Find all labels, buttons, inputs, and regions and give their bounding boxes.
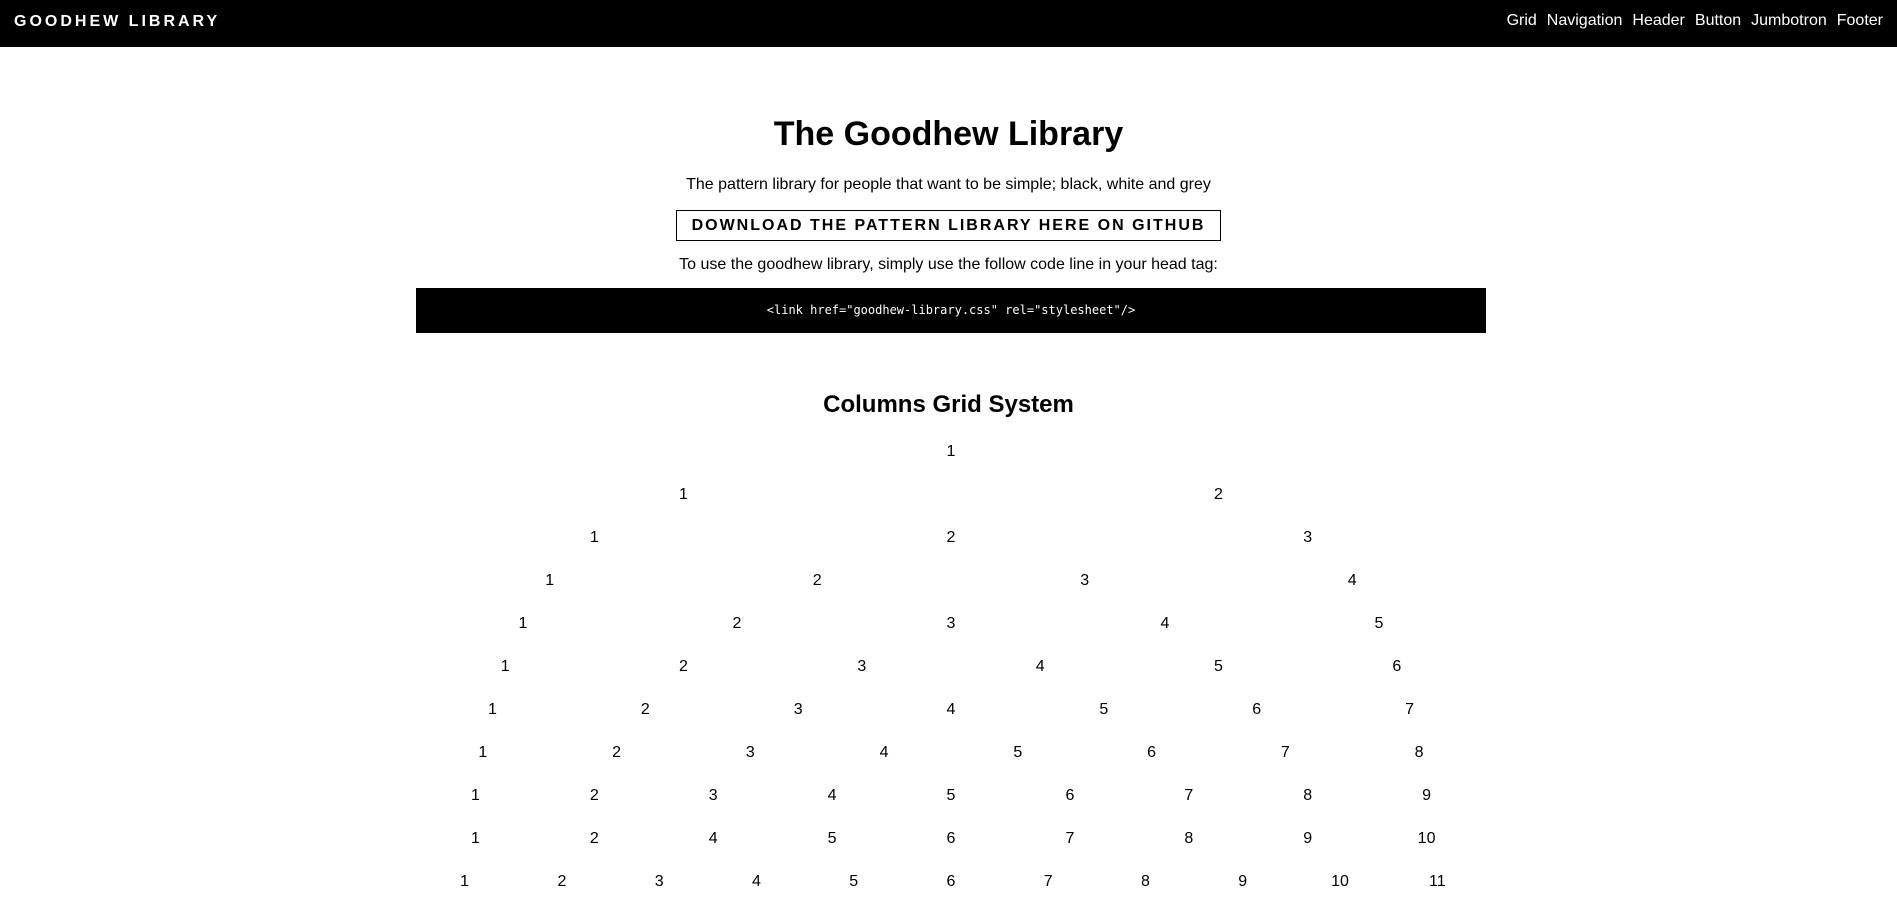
grid-column-cell: 1 <box>478 744 488 761</box>
grid-column-cell: 8 <box>1184 830 1194 847</box>
grid-row: 1 <box>416 442 1486 485</box>
grid-column-cell: 4 <box>708 830 718 847</box>
top-navbar: GOODHEW LIBRARY Grid Navigation Header B… <box>0 0 1897 47</box>
grid-column-cell: 9 <box>1422 787 1432 804</box>
grid-section-title: Columns Grid System <box>823 391 1074 418</box>
grid-column-cell: 8 <box>1141 873 1150 890</box>
columns-grid-demo: 1121231234123451234561234567123456781234… <box>416 442 1486 915</box>
code-snippet: <link href="goodhew-library.css" rel="st… <box>416 288 1486 333</box>
grid-column-cell: 2 <box>557 873 567 890</box>
grid-column-cell: 2 <box>732 615 742 632</box>
grid-row: 12 <box>416 485 1486 528</box>
grid-column-cell: 2 <box>679 658 688 675</box>
grid-column-cell: 2 <box>640 701 650 718</box>
grid-column-cell: 7 <box>1065 830 1075 847</box>
grid-column-cell: 3 <box>793 701 803 718</box>
grid-column-cell: 5 <box>827 830 837 847</box>
usage-instructions: To use the goodhew library, simply use t… <box>679 256 1218 273</box>
grid-column-cell: 9 <box>1238 873 1248 890</box>
grid-column-cell: 2 <box>612 744 622 761</box>
grid-column-cell: 3 <box>946 615 956 632</box>
grid-column-cell: 2 <box>946 529 956 546</box>
nav-link-footer[interactable]: Footer <box>1837 11 1883 31</box>
grid-column-cell: 7 <box>1184 787 1194 804</box>
grid-column-cell: 5 <box>1099 701 1109 718</box>
grid-row: 1 2 3 4 5 6 7 8 9 <box>416 786 1486 829</box>
grid-column-cell: 7 <box>1405 701 1415 718</box>
nav-link-grid[interactable]: Grid <box>1507 11 1537 31</box>
grid-column-cell: 4 <box>827 787 837 804</box>
nav-link-jumbotron[interactable]: Jumbotron <box>1751 11 1827 31</box>
grid-column-cell: 6 <box>1147 744 1157 761</box>
grid-column-cell: 6 <box>946 873 956 890</box>
grid-column-cell: 2 <box>589 830 599 847</box>
grid-column-cell: 3 <box>1080 572 1090 589</box>
grid-column-cell: 3 <box>857 658 867 675</box>
grid-row: 1 2 3 4 5 6 7 8 9 10 11 <box>416 872 1486 915</box>
grid-column-cell: 1 <box>470 787 480 804</box>
grid-column-cell: 6 <box>1252 701 1262 718</box>
download-github-button[interactable]: DOWNLOAD THE PATTERN LIBRARY HERE ON GIT… <box>675 210 1222 241</box>
grid-column-cell: 10 <box>1331 873 1349 890</box>
grid-column-cell: 4 <box>1160 615 1170 632</box>
nav-link-button[interactable]: Button <box>1695 11 1741 31</box>
grid-column-cell: 6 <box>1065 787 1075 804</box>
grid-column-cell: 3 <box>745 744 755 761</box>
grid-column-cell: 1 <box>545 572 555 589</box>
grid-row: 1 2 3 4 5 <box>416 614 1486 657</box>
grid-column-cell: 3 <box>708 787 718 804</box>
grid-column-cell: 8 <box>1303 787 1313 804</box>
grid-row: 1 2 3 4 5 6 7 8 <box>416 743 1486 786</box>
grid-column-cell: 5 <box>1214 658 1223 675</box>
grid-row: 1 2 3 <box>416 528 1486 571</box>
grid-column-cell: 1 <box>589 529 599 546</box>
nav-link-navigation[interactable]: Navigation <box>1547 11 1623 31</box>
grid-row: 1 2 3 4 5 6 <box>416 657 1486 700</box>
grid-column-cell: 1 <box>460 873 470 890</box>
grid-column-cell: 4 <box>946 701 956 718</box>
grid-column-cell: 5 <box>1374 615 1384 632</box>
grid-column-cell: 5 <box>849 873 859 890</box>
grid-column-cell: 2 <box>812 572 822 589</box>
grid-column-cell: 8 <box>1414 744 1424 761</box>
grid-column-cell: 4 <box>879 744 889 761</box>
main-nav: Grid Navigation Header Button Jumbotron … <box>1507 11 1883 31</box>
grid-row: 1 2 3 4 5 6 7 <box>416 700 1486 743</box>
grid-column-cell: 1 <box>679 486 688 503</box>
grid-column-cell: 4 <box>1035 658 1045 675</box>
grid-column-cell: 11 <box>1428 873 1446 890</box>
grid-column-cell: 7 <box>1280 744 1290 761</box>
grid-column-cell: 6 <box>1392 658 1402 675</box>
page-title: The Goodhew Library <box>773 115 1124 153</box>
grid-column-cell: 2 <box>589 787 599 804</box>
tagline: The pattern library for people that want… <box>686 176 1211 193</box>
grid-column-cell: 1 <box>946 443 956 460</box>
grid-row: 1 2 3 4 <box>416 571 1486 614</box>
grid-column-cell: 1 <box>500 658 510 675</box>
download-wrapper: DOWNLOAD THE PATTERN LIBRARY HERE ON GIT… <box>0 210 1897 241</box>
grid-column-cell: 9 <box>1303 830 1313 847</box>
grid-column-cell: 3 <box>654 873 664 890</box>
grid-column-cell: 10 <box>1417 830 1436 847</box>
nav-link-header[interactable]: Header <box>1632 11 1684 31</box>
grid-column-cell: 4 <box>1347 572 1357 589</box>
brand-logo[interactable]: GOODHEW LIBRARY <box>14 12 220 32</box>
grid-row: 1 2 4 5 6 7 8 9 10 <box>416 829 1486 872</box>
grid-column-cell: 5 <box>946 787 956 804</box>
grid-column-cell: 6 <box>946 830 956 847</box>
grid-column-cell: 5 <box>1013 744 1023 761</box>
grid-column-cell: 1 <box>470 830 480 847</box>
grid-column-cell: 1 <box>518 615 528 632</box>
grid-column-cell: 3 <box>1303 529 1313 546</box>
grid-column-cell: 1 <box>487 701 497 718</box>
grid-column-cell: 2 <box>1214 486 1223 503</box>
grid-column-cell: 7 <box>1043 873 1053 890</box>
grid-column-cell: 4 <box>751 873 761 890</box>
